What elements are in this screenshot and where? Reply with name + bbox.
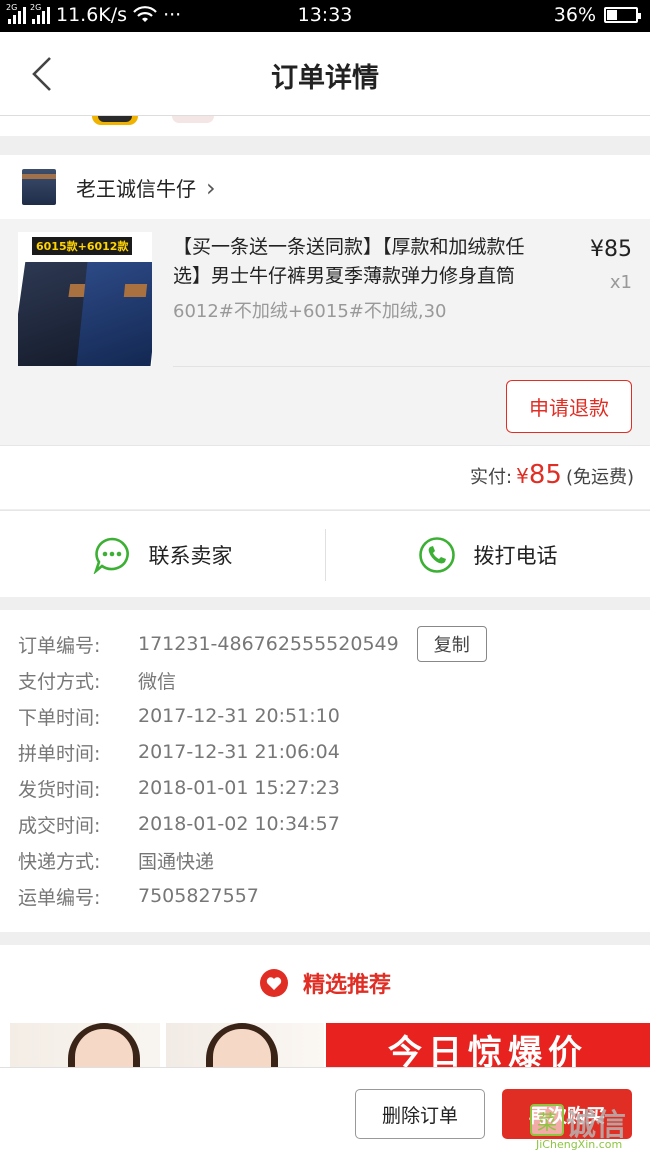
- contact-bar: 联系卖家 拨打电话: [0, 510, 650, 597]
- paid-currency: ¥: [516, 464, 529, 488]
- info-value: 2017-12-31 21:06:04: [138, 741, 340, 763]
- tracking-number-row: 运单编号: 7505827557: [18, 878, 259, 914]
- status-illustration: [92, 116, 138, 125]
- order-info: 订单编号: 171231-486762555520549 复制 支付方式: 微信…: [0, 610, 650, 932]
- product-image[interactable]: 6015款+6012款: [18, 232, 152, 366]
- info-value: 2017-12-31 20:51:10: [138, 705, 340, 727]
- order-number-row: 订单编号: 171231-486762555520549 复制: [18, 626, 487, 662]
- divider: [173, 366, 650, 367]
- info-label: 成交时间:: [18, 814, 101, 837]
- info-value: 微信: [138, 670, 177, 693]
- product-quantity: x1: [609, 272, 632, 293]
- chevron-right-icon: ›: [206, 173, 216, 202]
- contact-seller-label: 联系卖家: [148, 543, 233, 568]
- info-label: 快递方式:: [18, 850, 101, 873]
- jeans-image-right: [76, 262, 152, 366]
- call-phone-label: 拨打电话: [473, 543, 558, 568]
- model-photo[interactable]: [166, 1023, 324, 1067]
- status-bar: 2G 2G 11.6K/s ··· 13:33 36%: [0, 0, 650, 32]
- info-label: 运单编号:: [18, 886, 101, 909]
- courier-row: 快递方式: 国通快递: [18, 842, 214, 878]
- battery-level-fill: [607, 10, 618, 20]
- chat-bubble-icon: [93, 537, 129, 574]
- product-spec: 6012#不加绒+6015#不加绒,30: [173, 301, 447, 322]
- info-label: 下单时间:: [18, 706, 101, 729]
- ship-time-row: 发货时间: 2018-01-01 15:27:23: [18, 770, 340, 806]
- shop-name: 老王诚信牛仔: [76, 177, 196, 201]
- info-value: 2018-01-02 10:34:57: [138, 813, 340, 835]
- shop-name-row[interactable]: 老王诚信牛仔 ›: [76, 173, 216, 202]
- info-value: 2018-01-01 15:27:23: [138, 777, 340, 799]
- tracking-number-value: 7505827557: [138, 885, 259, 907]
- watermark-logo-icon: 菜: [530, 1104, 564, 1136]
- model-photo[interactable]: [10, 1023, 160, 1067]
- info-label: 拼单时间:: [18, 742, 101, 765]
- product-image-tag: 6015款+6012款: [32, 237, 133, 255]
- battery-icon: [604, 7, 641, 23]
- info-label: 订单编号:: [18, 634, 101, 657]
- status-illustration: [172, 116, 214, 123]
- group-time-row: 拼单时间: 2017-12-31 21:06:04: [18, 734, 340, 770]
- order-detail-page: 2G 2G 11.6K/s ··· 13:33 36% 订单详情 老王诚信牛仔 …: [0, 0, 650, 1155]
- nav-bar: 订单详情: [0, 32, 650, 116]
- delete-order-button[interactable]: 删除订单: [355, 1089, 485, 1139]
- shop-avatar: [22, 169, 56, 205]
- site-watermark: 菜 诚信 JiChengXin.com: [530, 1100, 650, 1155]
- status-right: 36%: [553, 4, 641, 26]
- order-number-value: 171231-486762555520549: [138, 633, 399, 655]
- copy-button[interactable]: 复制: [416, 626, 487, 662]
- info-value: 国通快递: [138, 850, 215, 873]
- payment-method-row: 支付方式: 微信: [18, 662, 176, 698]
- paid-label: 实付:: [470, 467, 513, 488]
- order-time-row: 下单时间: 2017-12-31 20:51:10: [18, 698, 340, 734]
- heart-icon: [259, 969, 288, 997]
- recommend-title-row: 精选推荐: [0, 967, 650, 999]
- paid-row: 实付: ¥ 85 (免运费): [470, 460, 634, 490]
- product-price: ¥85: [590, 237, 632, 262]
- shipping-note: (免运费): [565, 467, 634, 488]
- payment-summary: 实付: ¥ 85 (免运费): [0, 445, 650, 509]
- phone-icon: [418, 536, 455, 573]
- page-title: 订单详情: [271, 63, 379, 94]
- banner-promo[interactable]: 今日惊爆价: [326, 1023, 650, 1067]
- info-label: 发货时间:: [18, 778, 101, 801]
- shop-header[interactable]: 老王诚信牛仔 ›: [0, 155, 650, 219]
- paid-amount: 85: [528, 460, 562, 490]
- product-title[interactable]: 【买一条送一条送同款】【厚款和加绒款任选】男士牛仔裤男夏季薄款弹力修身直筒: [173, 233, 533, 291]
- product-item[interactable]: 6015款+6012款 【买一条送一条送同款】【厚款和加绒款任选】男士牛仔裤男夏…: [0, 219, 650, 445]
- deal-time-row: 成交时间: 2018-01-02 10:34:57: [18, 806, 340, 842]
- status-illustration-peek: [0, 116, 650, 136]
- battery-percent: 36%: [553, 4, 596, 26]
- recommend-section: 精选推荐: [0, 945, 650, 1023]
- recommend-banner[interactable]: 今日惊爆价: [0, 1023, 650, 1067]
- contact-seller-button[interactable]: 联系卖家: [0, 511, 325, 598]
- info-label: 支付方式:: [18, 670, 101, 693]
- apply-refund-button[interactable]: 申请退款: [506, 380, 632, 433]
- call-phone-button[interactable]: 拨打电话: [325, 511, 650, 598]
- recommend-title: 精选推荐: [302, 973, 391, 998]
- status-time: 13:33: [297, 4, 353, 26]
- watermark-url: JiChengXin.com: [536, 1138, 623, 1151]
